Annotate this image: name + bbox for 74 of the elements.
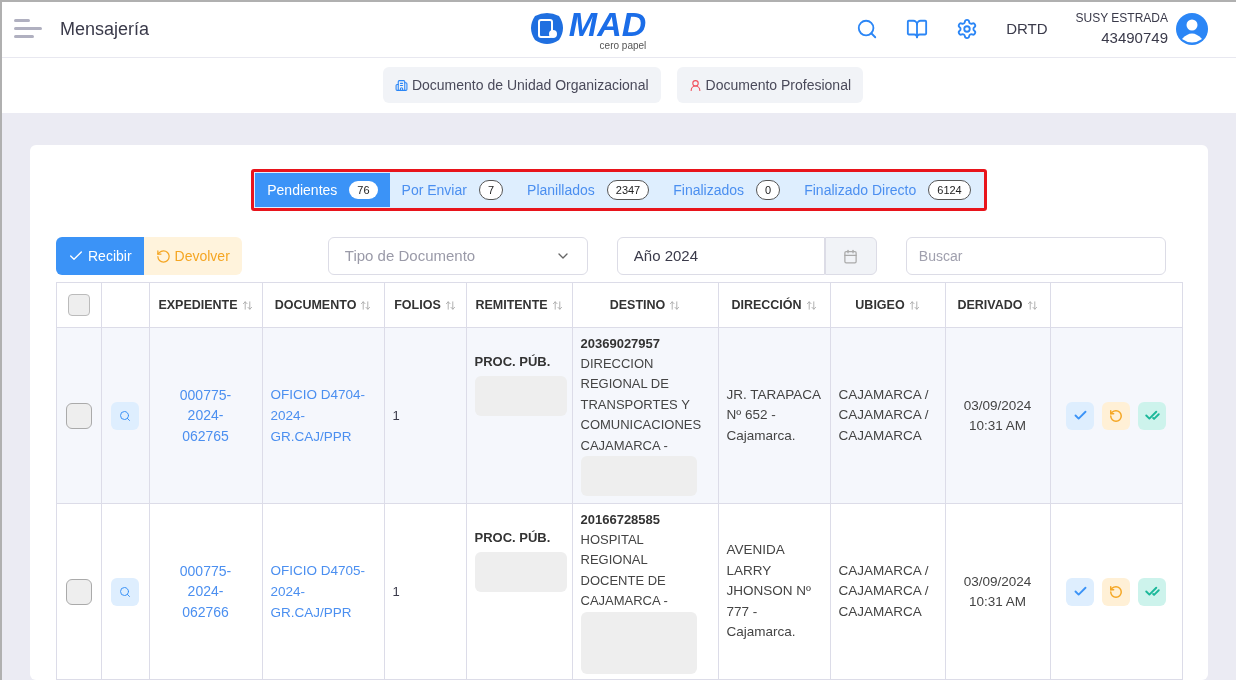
- settings-icon[interactable]: [956, 18, 979, 41]
- date-text: 03/09/2024 10:31 AM: [963, 397, 1032, 433]
- undo-icon: [1109, 408, 1123, 423]
- year-field[interactable]: Año 2024: [616, 237, 825, 275]
- location-text: CAJAMARCA / CAJAMARCA / CAJAMARCA: [838, 386, 929, 443]
- return-button[interactable]: [1102, 401, 1130, 430]
- tax-id: 20166728585: [580, 511, 661, 529]
- building-icon: [394, 78, 408, 92]
- count-badge: 7: [478, 179, 504, 201]
- recipient-text: HOSPITAL REGIONAL DOCENTE DE CAJAMARCA -: [580, 530, 668, 610]
- calendar-button[interactable]: [824, 237, 877, 275]
- table-cell: 1: [392, 407, 400, 423]
- receive-button[interactable]: [1066, 401, 1094, 430]
- table-cell: 1: [392, 583, 400, 599]
- document-type-button[interactable]: Documento de Unidad Organizacional: [382, 67, 661, 104]
- sort-icon[interactable]: [1026, 299, 1038, 311]
- location-text: CAJAMARCA / CAJAMARCA / CAJAMARCA: [838, 562, 929, 619]
- logo-text: MAD: [568, 7, 647, 42]
- book-icon[interactable]: [906, 18, 929, 41]
- sort-icon[interactable]: [360, 299, 372, 311]
- user-id: 43490749: [1101, 28, 1168, 48]
- double-check-icon: [1144, 408, 1160, 423]
- return-button[interactable]: [1102, 577, 1130, 606]
- undo-icon: [1109, 584, 1123, 599]
- sort-icon[interactable]: [805, 299, 817, 311]
- tax-id: 20369027957: [580, 335, 661, 353]
- undo-icon: [155, 248, 171, 264]
- certificate-logo-icon: [528, 12, 565, 47]
- recipient-text: DIRECCION REGIONAL DE TRANSPORTES Y COMUNICACIONES CAJAMARCA -: [580, 354, 702, 455]
- date-text: 03/09/2024 10:31 AM: [963, 573, 1032, 609]
- search-icon[interactable]: [856, 18, 879, 41]
- count-badge: 2347: [606, 179, 650, 201]
- double-check-icon: [1144, 584, 1160, 599]
- check-icon: [1072, 584, 1088, 599]
- menu-icon[interactable]: [14, 18, 44, 41]
- select-all-checkbox[interactable]: [67, 294, 90, 316]
- office-code: DRTD: [1006, 19, 1048, 39]
- document-type-button[interactable]: Documento Profesional: [676, 67, 864, 104]
- finalize-button[interactable]: [1138, 401, 1166, 430]
- logo-tagline: cero papel: [599, 41, 647, 52]
- status-tab[interactable]: Por Enviar 7: [389, 173, 516, 207]
- column-header[interactable]: UBIGEO: [855, 295, 905, 315]
- check-icon: [1072, 408, 1088, 423]
- search-field[interactable]: Buscar: [905, 237, 1166, 275]
- view-button[interactable]: [111, 577, 139, 606]
- avatar-icon[interactable]: [1176, 13, 1208, 46]
- row-checkbox[interactable]: [65, 578, 92, 605]
- row-checkbox[interactable]: [65, 402, 92, 429]
- count-badge: 0: [756, 179, 781, 201]
- view-button[interactable]: [111, 401, 139, 430]
- calendar-icon: [843, 248, 859, 264]
- address-text: JR. TARAPACA Nº 652 - Cajamarca.: [726, 386, 822, 443]
- sort-icon[interactable]: [669, 299, 681, 311]
- finalize-button[interactable]: [1138, 577, 1166, 606]
- status-tab[interactable]: Planillados 2347: [515, 173, 662, 207]
- status-tab[interactable]: Finalizado Directo 6124: [792, 173, 983, 207]
- sender-text: PROC. PÚB.: [474, 529, 551, 547]
- address-text: AVENIDA LARRY JHONSON Nº 777 - Cajamarca.: [726, 542, 811, 640]
- count-badge: 76: [349, 180, 378, 200]
- receive-button[interactable]: [1066, 577, 1094, 606]
- page-title: Mensajería: [60, 17, 150, 41]
- search-icon: [119, 409, 131, 422]
- sort-icon[interactable]: [241, 299, 253, 311]
- sort-icon[interactable]: [908, 299, 920, 311]
- user-name: SUSY ESTRADA: [1075, 10, 1168, 27]
- status-tab[interactable]: Finalizados 0: [661, 173, 793, 207]
- count-badge: 6124: [928, 179, 971, 201]
- sort-icon[interactable]: [551, 299, 563, 311]
- status-tab[interactable]: Pendientes 76: [255, 173, 390, 207]
- column-header[interactable]: DESTINO: [609, 295, 666, 315]
- search-icon: [119, 585, 131, 598]
- sort-icon[interactable]: [444, 299, 456, 311]
- person-icon: [688, 78, 702, 92]
- sender-text: PROC. PÚB.: [474, 353, 551, 371]
